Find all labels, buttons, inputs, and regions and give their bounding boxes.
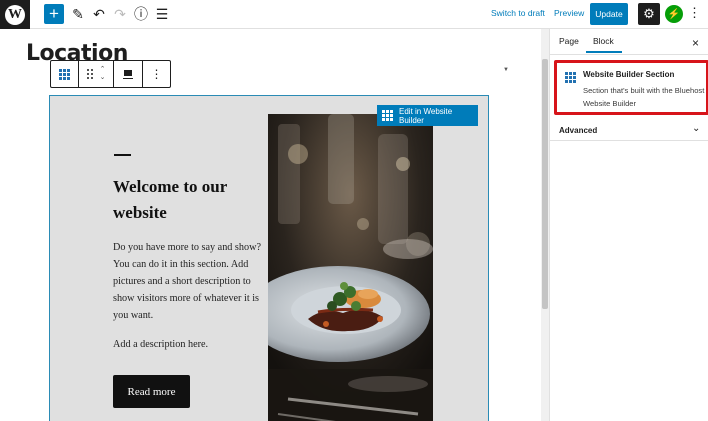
- redo-icon[interactable]: ↷: [109, 4, 131, 24]
- website-builder-section-block[interactable]: Edit in Website Builder Welcome to our w…: [49, 95, 489, 421]
- switch-to-draft-button[interactable]: Switch to draft: [491, 8, 545, 18]
- edit-in-website-builder-button[interactable]: Edit in Website Builder: [377, 105, 478, 126]
- block-toolbar: ⌃ ⌄ ⋮: [50, 60, 171, 88]
- edit-in-website-builder-label: Edit in Website Builder: [399, 106, 453, 125]
- more-options-icon[interactable]: ⋮: [688, 5, 701, 21]
- add-block-button[interactable]: +: [44, 4, 64, 24]
- advanced-label: Advanced: [559, 126, 598, 135]
- details-info-icon[interactable]: ⓘ: [130, 4, 152, 24]
- more-vertical-icon: ⋮: [150, 67, 163, 81]
- list-view-icon[interactable]: ☰: [151, 4, 173, 24]
- scrollbar-thumb[interactable]: [542, 59, 548, 309]
- chevron-down-icon[interactable]: ⌄: [100, 74, 106, 82]
- read-more-button[interactable]: Read more: [113, 375, 190, 408]
- block-card-description: Section that's built with the Bluehost W…: [583, 86, 705, 108]
- editor-canvas: Location ⌃ ⌄ ⋮ Edit in Website Builder W…: [0, 29, 541, 421]
- scroll-down-icon[interactable]: ▼: [503, 67, 509, 73]
- sidebar-tabs: Page Block ×: [550, 29, 708, 55]
- update-button[interactable]: Update: [590, 3, 628, 25]
- tab-page[interactable]: Page: [559, 36, 579, 46]
- move-up-down-controls[interactable]: ⌃ ⌄: [100, 66, 106, 82]
- wordpress-logo-button[interactable]: W: [0, 0, 30, 29]
- drag-handle-icon[interactable]: [86, 69, 93, 79]
- grid-block-icon: [59, 68, 70, 80]
- chevron-up-icon[interactable]: ⌃: [100, 66, 106, 74]
- block-type-button[interactable]: [51, 61, 79, 87]
- block-card-title: Website Builder Section: [583, 70, 675, 79]
- block-options-button[interactable]: ⋮: [143, 61, 170, 87]
- advanced-panel-toggle[interactable]: Advanced ⌄: [550, 119, 708, 141]
- undo-icon[interactable]: ↶: [88, 4, 110, 24]
- block-editor-app: W + ✎ ↶ ↷ ⓘ ☰ Switch to draft Preview Up…: [0, 0, 708, 421]
- block-mover: ⌃ ⌄: [79, 61, 114, 87]
- tab-block[interactable]: Block: [593, 36, 614, 46]
- settings-gear-icon[interactable]: ⚙: [638, 3, 660, 25]
- editor-scrollbar[interactable]: [541, 29, 549, 421]
- chevron-down-icon: ⌄: [692, 123, 701, 134]
- section-body-text: Do you have more to say and show? You ca…: [113, 242, 261, 321]
- tools-pencil-icon[interactable]: ✎: [67, 4, 89, 24]
- align-button[interactable]: [114, 61, 143, 87]
- close-icon[interactable]: ×: [692, 36, 699, 50]
- jetpack-icon[interactable]: ⚡: [665, 5, 683, 23]
- editor-top-toolbar: W + ✎ ↶ ↷ ⓘ ☰ Switch to draft Preview Up…: [0, 0, 708, 29]
- align-wide-icon: [123, 69, 133, 79]
- section-description: Add a description here.: [113, 339, 209, 350]
- wordpress-logo-icon: W: [5, 4, 25, 25]
- active-tab-indicator: [586, 51, 622, 53]
- block-card-highlighted: Website Builder Section Section that's b…: [554, 60, 708, 115]
- decorative-dash: [114, 154, 131, 156]
- grid-icon: [382, 110, 393, 121]
- grid-block-icon: [565, 72, 576, 83]
- preview-button[interactable]: Preview: [554, 8, 584, 18]
- section-heading: Welcome to our website: [113, 177, 227, 222]
- restaurant-photo: [268, 114, 433, 421]
- settings-sidebar: Page Block × Website Builder Section Sec…: [549, 29, 708, 421]
